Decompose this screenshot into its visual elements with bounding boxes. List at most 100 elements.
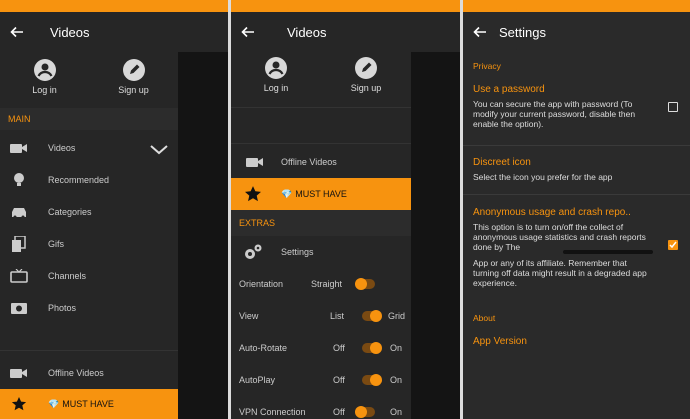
menu-item-label: 💎 MUST HAVE bbox=[281, 188, 347, 199]
divider bbox=[0, 350, 178, 351]
star-icon bbox=[243, 186, 263, 202]
back-arrow-icon[interactable] bbox=[241, 25, 255, 39]
autoplay-toggle[interactable] bbox=[362, 374, 382, 386]
menu-item-label: Videos bbox=[48, 143, 76, 153]
divider bbox=[231, 107, 411, 108]
menu-item-offline-videos[interactable]: Offline Videos bbox=[231, 146, 411, 178]
camera-icon bbox=[9, 365, 29, 381]
pencil-icon bbox=[122, 59, 145, 81]
setting-auto-rotate: Auto-Rotate Off On bbox=[231, 332, 411, 364]
user-actions: Log in Sign up bbox=[0, 52, 178, 108]
signup-label: Sign up bbox=[118, 85, 149, 95]
menu-item-gifs[interactable]: Gifs bbox=[0, 228, 178, 260]
option-label-right: On bbox=[390, 407, 403, 417]
option-label-right: Grid bbox=[388, 311, 406, 321]
menu-item-label: Offline Videos bbox=[281, 157, 337, 167]
setting-title: Use a password bbox=[473, 84, 545, 95]
back-arrow-icon[interactable] bbox=[10, 25, 24, 39]
option-label-left: List bbox=[330, 311, 345, 321]
menu-item-label: Channels bbox=[48, 271, 87, 281]
option-label-right: On bbox=[390, 375, 403, 385]
setting-description: App or any of its affiliate. Remember th… bbox=[473, 258, 647, 288]
menu-item-categories[interactable]: Categories bbox=[0, 196, 178, 228]
setting-vpn: VPN Connection Off On bbox=[231, 396, 411, 419]
quick-settings: Orientation Straight View List Grid Auto… bbox=[231, 268, 411, 419]
status-bar bbox=[0, 0, 228, 12]
menu-item-offline-videos[interactable]: Offline Videos bbox=[0, 357, 178, 389]
menu-item-recommended[interactable]: Recommended bbox=[0, 164, 178, 196]
menu-item-label: Photos bbox=[48, 303, 77, 313]
section-extras-header: EXTRAS bbox=[231, 210, 411, 236]
menu-item-must-have[interactable]: 💎 MUST HAVE bbox=[231, 178, 411, 210]
setting-autoplay: AutoPlay Off On bbox=[231, 364, 411, 396]
back-arrow-icon[interactable] bbox=[473, 25, 487, 39]
login-button[interactable]: Log in bbox=[0, 52, 89, 108]
menu-item-must-have[interactable]: 💎 MUST HAVE bbox=[0, 389, 178, 419]
divider bbox=[463, 145, 690, 146]
vpn-toggle[interactable] bbox=[355, 406, 375, 418]
setting-title: Discreet icon bbox=[473, 157, 531, 168]
setting-title: Anonymous usage and crash repo.. bbox=[473, 207, 631, 218]
option-label-left: Off bbox=[333, 343, 345, 353]
login-button[interactable]: Log in bbox=[231, 50, 321, 106]
login-label: Log in bbox=[263, 83, 289, 93]
view-toggle[interactable] bbox=[362, 310, 382, 322]
option-label-left: Straight bbox=[311, 279, 343, 289]
status-bar bbox=[463, 0, 690, 12]
star-icon bbox=[9, 396, 29, 412]
signup-button[interactable]: Sign up bbox=[89, 52, 178, 108]
menu-item-photos[interactable]: Photos bbox=[0, 292, 178, 324]
app-bar: Videos bbox=[231, 12, 460, 52]
gem-icon: 💎 bbox=[48, 398, 60, 409]
menu-item-label: Recommended bbox=[48, 175, 110, 185]
menu-item-label: Categories bbox=[48, 207, 92, 217]
category-about: About bbox=[473, 313, 496, 323]
divider bbox=[231, 143, 411, 144]
gem-icon: 💎 bbox=[281, 188, 293, 199]
password-checkbox[interactable] bbox=[668, 102, 678, 112]
gif-icon bbox=[9, 236, 29, 252]
panel-drawer-extras: Videos Log in Sign up Offline Videos 💎 MU… bbox=[231, 0, 460, 419]
usage-checkbox[interactable] bbox=[668, 240, 678, 250]
panel-settings: Settings Privacy Use a password You can … bbox=[463, 0, 690, 419]
signup-label: Sign up bbox=[350, 83, 382, 93]
menu-item-label: Offline Videos bbox=[48, 368, 104, 378]
main-menu: Videos Recommended Categories Gifs Chann… bbox=[0, 132, 178, 330]
app-bar: Videos bbox=[0, 12, 228, 52]
menu-item-label: 💎 MUST HAVE bbox=[48, 398, 114, 409]
setting-label: AutoPlay bbox=[239, 375, 276, 385]
menu-item-label: Gifs bbox=[48, 239, 65, 249]
gears-icon bbox=[243, 244, 263, 260]
user-icon bbox=[265, 57, 287, 79]
login-label: Log in bbox=[32, 85, 57, 95]
setting-label: View bbox=[239, 311, 259, 321]
pencil-icon bbox=[355, 57, 377, 79]
page-title: Videos bbox=[50, 24, 90, 40]
menu-item-settings[interactable]: Settings bbox=[231, 236, 411, 268]
content-shadow bbox=[411, 52, 460, 419]
setting-app-version[interactable]: App Version bbox=[473, 336, 527, 347]
camera-icon bbox=[9, 140, 29, 156]
panel-drawer-main: Videos Log in Sign up MAIN Videos Recomm… bbox=[0, 0, 228, 419]
menu-item-videos[interactable]: Videos bbox=[0, 132, 178, 164]
menu-item-label: Settings bbox=[281, 247, 314, 257]
option-label-right: On bbox=[390, 343, 403, 353]
auto-rotate-toggle[interactable] bbox=[362, 342, 382, 354]
orientation-toggle[interactable] bbox=[355, 278, 375, 290]
car-icon bbox=[9, 204, 29, 220]
signup-button[interactable]: Sign up bbox=[321, 50, 411, 106]
user-icon bbox=[33, 59, 56, 81]
chevron-down-icon[interactable] bbox=[150, 142, 168, 160]
setting-label: Auto-Rotate bbox=[239, 343, 288, 353]
app-bar: Settings bbox=[463, 12, 690, 52]
setting-description: You can secure the app with password (To… bbox=[473, 99, 636, 129]
menu-item-channels[interactable]: Channels bbox=[0, 260, 178, 292]
status-bar bbox=[231, 0, 460, 12]
setting-label: VPN Connection bbox=[239, 407, 306, 417]
setting-label: Orientation bbox=[239, 279, 284, 289]
setting-description: Select the icon you prefer for the app bbox=[473, 172, 613, 182]
user-actions: Log in Sign up bbox=[231, 50, 411, 106]
photo-icon bbox=[9, 300, 29, 316]
lightbulb-icon bbox=[9, 172, 29, 188]
page-title: Settings bbox=[499, 24, 546, 40]
